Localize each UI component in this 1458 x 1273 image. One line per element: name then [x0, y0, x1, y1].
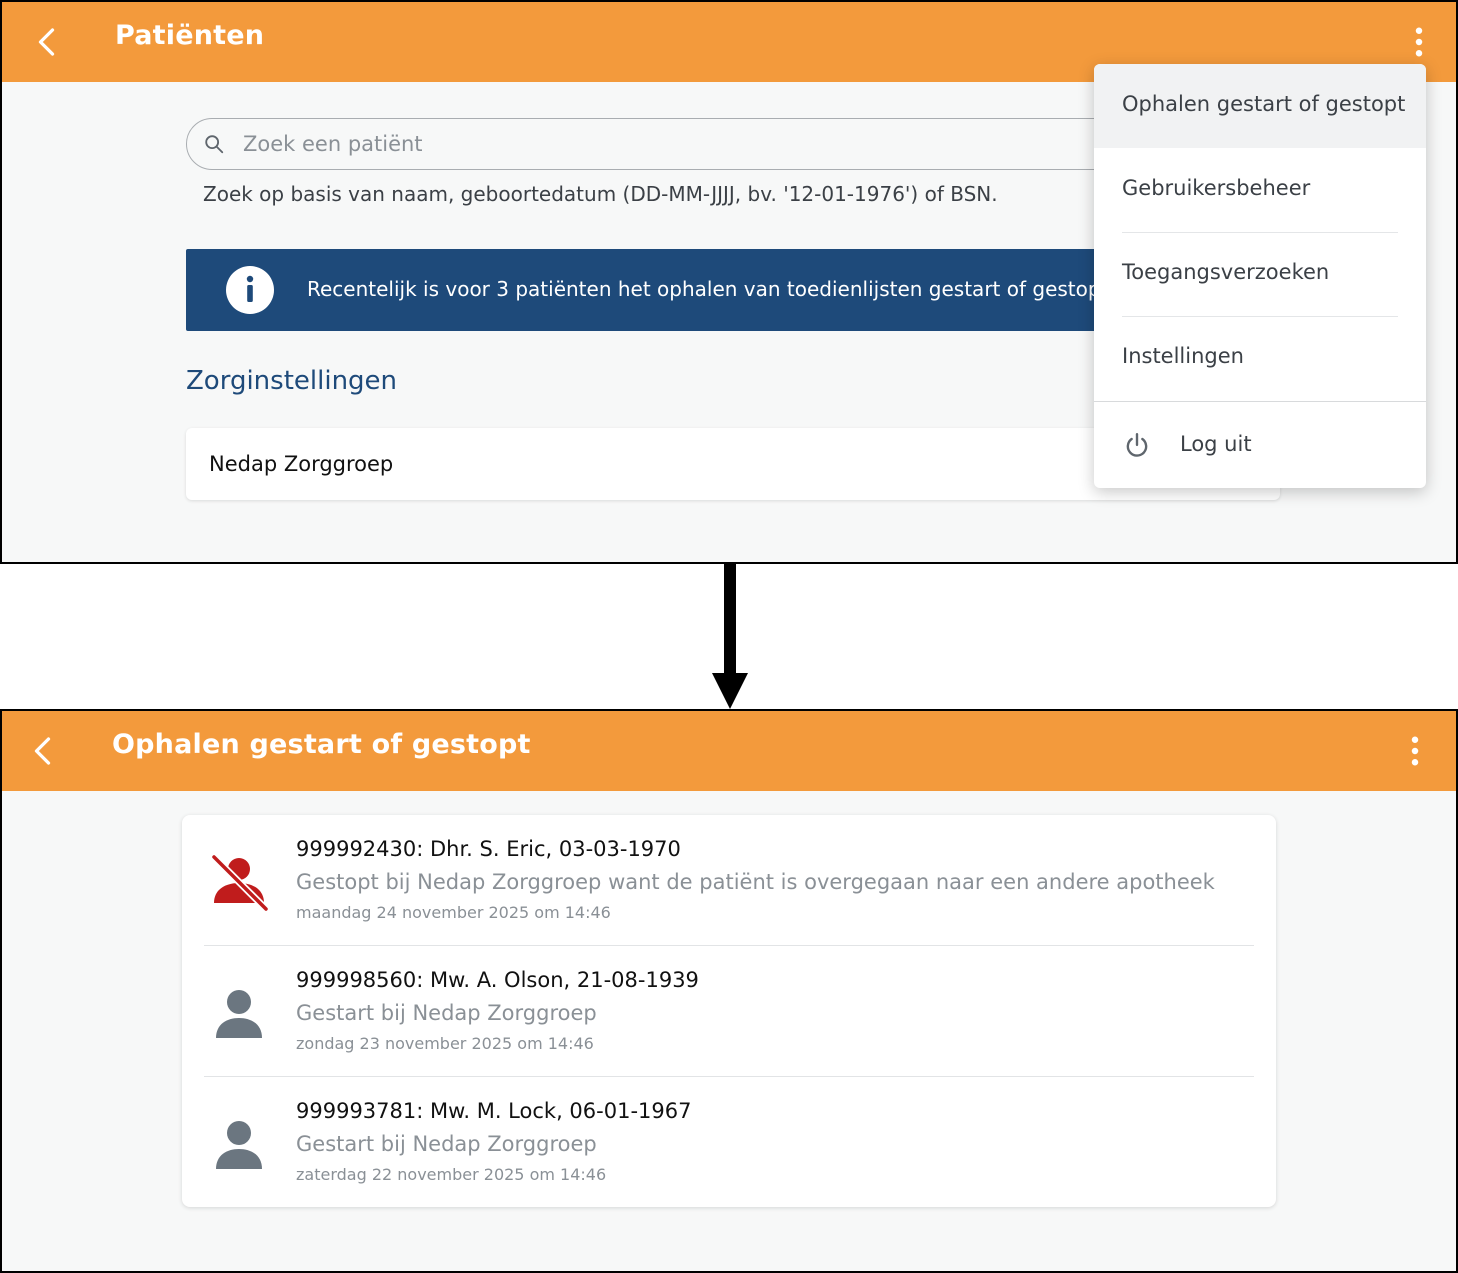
info-banner-text: Recentelijk is voor 3 patiënten het opha…: [307, 277, 1115, 301]
menu-item-label: Gebruikersbeheer: [1122, 176, 1311, 200]
page-title: Ophalen gestart of gestopt: [112, 729, 531, 760]
screen-patients: Patiënten Zoek op basis van naam, geboor…: [0, 0, 1458, 564]
search-icon: [205, 135, 224, 154]
list-item[interactable]: 999993781: Mw. M. Lock, 06-01-1967 Gesta…: [182, 1077, 1276, 1208]
patient-name: 999998560: Mw. A. Olson, 21-08-1939: [296, 968, 699, 992]
menu-item-ophalen[interactable]: Ophalen gestart of gestopt: [1094, 64, 1426, 148]
power-icon: [1126, 432, 1148, 457]
screen-ophalen: Ophalen gestart of gestopt 999992430: Dh…: [0, 709, 1458, 1273]
patient-name: 999992430: Dhr. S. Eric, 03-03-1970: [296, 837, 681, 861]
event-status: Gestart bij Nedap Zorggroep: [296, 1001, 597, 1025]
more-vertical-icon[interactable]: [1404, 24, 1434, 60]
menu-item-label: Toegangsverzoeken: [1122, 260, 1330, 284]
person-off-icon: [210, 853, 270, 913]
list-item[interactable]: 999992430: Dhr. S. Eric, 03-03-1970 Gest…: [182, 815, 1276, 946]
menu-divider: [1094, 401, 1426, 402]
patient-name: 999993781: Mw. M. Lock, 06-01-1967: [296, 1099, 692, 1123]
event-status: Gestart bij Nedap Zorggroep: [296, 1132, 597, 1156]
info-icon: [226, 266, 274, 314]
event-list: 999992430: Dhr. S. Eric, 03-03-1970 Gest…: [182, 815, 1276, 1207]
person-icon: [216, 990, 262, 1038]
menu-item-label: Instellingen: [1122, 344, 1244, 368]
organization-name: Nedap Zorggroep: [209, 452, 394, 476]
person-icon: [216, 1121, 262, 1169]
section-title: Zorginstellingen: [186, 366, 398, 396]
search-input[interactable]: [243, 127, 1143, 161]
search-hint: Zoek op basis van naam, geboortedatum (D…: [203, 182, 998, 206]
app-bar: Ophalen gestart of gestopt: [2, 711, 1456, 791]
event-date: zondag 23 november 2025 om 14:46: [296, 1034, 594, 1053]
menu-item-toegangsverzoeken[interactable]: Toegangsverzoeken: [1094, 232, 1426, 316]
menu-item-logout[interactable]: Log uit: [1094, 404, 1426, 488]
menu-item-label: Log uit: [1180, 432, 1252, 456]
menu-item-gebruikersbeheer[interactable]: Gebruikersbeheer: [1094, 148, 1426, 232]
chevron-left-icon[interactable]: [26, 733, 62, 769]
event-date: maandag 24 november 2025 om 14:46: [296, 903, 611, 922]
event-status: Gestopt bij Nedap Zorggroep want de pati…: [296, 870, 1215, 894]
page-title: Patiënten: [115, 20, 265, 51]
overflow-menu: Ophalen gestart of gestopt Gebruikersbeh…: [1094, 64, 1426, 488]
list-item[interactable]: 999998560: Mw. A. Olson, 21-08-1939 Gest…: [182, 946, 1276, 1077]
menu-item-instellingen[interactable]: Instellingen: [1094, 316, 1426, 400]
more-vertical-icon[interactable]: [1400, 733, 1430, 769]
menu-item-label: Ophalen gestart of gestopt: [1122, 92, 1406, 116]
chevron-left-icon[interactable]: [30, 24, 66, 60]
event-date: zaterdag 22 november 2025 om 14:46: [296, 1165, 607, 1184]
transition-arrow-icon: [712, 563, 748, 709]
